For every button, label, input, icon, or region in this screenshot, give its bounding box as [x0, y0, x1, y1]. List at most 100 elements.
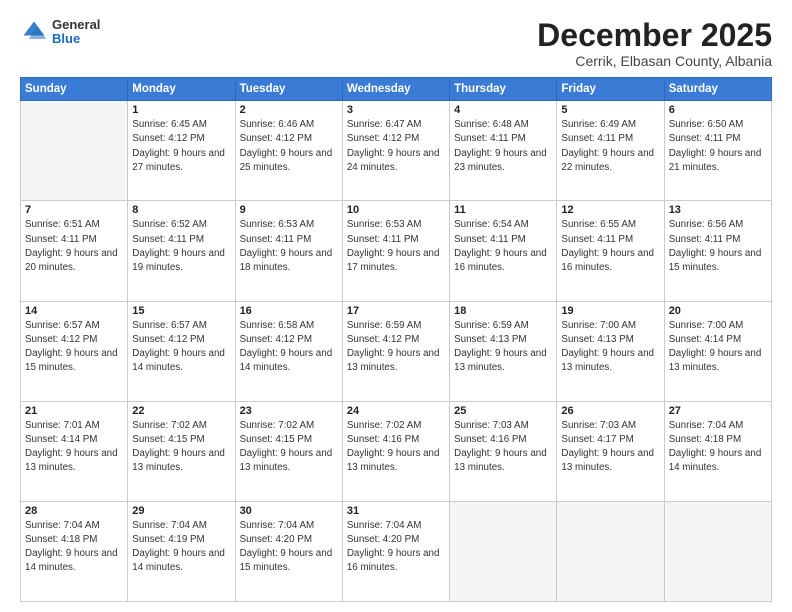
- weekday-header-monday: Monday: [128, 78, 235, 101]
- day-info: Sunrise: 7:01 AMSunset: 4:14 PMDaylight:…: [25, 419, 123, 476]
- day-info: Sunrise: 6:47 AMSunset: 4:12 PMDaylight:…: [347, 118, 445, 175]
- calendar-cell: 7 Sunrise: 6:51 AMSunset: 4:11 PMDaylight…: [21, 201, 128, 301]
- day-info: Sunrise: 6:57 AMSunset: 4:12 PMDaylight:…: [25, 319, 123, 376]
- calendar-cell: 8Sunrise: 6:52 AMSunset: 4:11 PMDaylight…: [128, 201, 235, 301]
- day-info: Sunrise: 6:56 AMSunset: 4:11 PMDaylight:…: [669, 218, 767, 275]
- calendar-cell: 16Sunrise: 6:58 AMSunset: 4:12 PMDayligh…: [235, 301, 342, 401]
- calendar-cell: 27 Sunrise: 7:04 AMSunset: 4:18 PMDayligh…: [664, 401, 771, 501]
- day-info: Sunrise: 7:04 AMSunset: 4:18 PMDaylight:…: [25, 519, 123, 576]
- calendar-table: SundayMondayTuesdayWednesdayThursdayFrid…: [20, 77, 772, 602]
- calendar-cell: 25 Sunrise: 7:03 AMSunset: 4:16 PMDayligh…: [450, 401, 557, 501]
- day-info: Sunrise: 6:45 AMSunset: 4:12 PMDaylight:…: [132, 118, 230, 175]
- calendar-cell: 23Sunrise: 7:02 AMSunset: 4:15 PMDayligh…: [235, 401, 342, 501]
- calendar-cell: [21, 101, 128, 201]
- day-number: 22: [132, 405, 230, 417]
- day-info: Sunrise: 6:59 AMSunset: 4:13 PMDaylight:…: [454, 319, 552, 376]
- weekday-header-sunday: Sunday: [21, 78, 128, 101]
- weekday-header-row: SundayMondayTuesdayWednesdayThursdayFrid…: [21, 78, 772, 101]
- calendar-cell: 17Sunrise: 6:59 AMSunset: 4:12 PMDayligh…: [342, 301, 449, 401]
- day-number: 9: [240, 204, 338, 216]
- calendar-cell: 5 Sunrise: 6:49 AMSunset: 4:11 PMDaylight…: [557, 101, 664, 201]
- calendar-week-5: 28Sunrise: 7:04 AMSunset: 4:18 PMDayligh…: [21, 501, 772, 601]
- day-number: 25: [454, 405, 552, 417]
- calendar-cell: 14Sunrise: 6:57 AMSunset: 4:12 PMDayligh…: [21, 301, 128, 401]
- day-info: Sunrise: 6:50 AMSunset: 4:11 PMDaylight:…: [669, 118, 767, 175]
- calendar-cell: 4Sunrise: 6:48 AMSunset: 4:11 PMDaylight…: [450, 101, 557, 201]
- day-number: 5: [561, 104, 659, 116]
- day-number: 20: [669, 305, 767, 317]
- day-info: Sunrise: 6:54 AMSunset: 4:11 PMDaylight:…: [454, 218, 552, 275]
- weekday-header-friday: Friday: [557, 78, 664, 101]
- day-info: Sunrise: 6:53 AMSunset: 4:11 PMDaylight:…: [347, 218, 445, 275]
- calendar-cell: 12Sunrise: 6:55 AMSunset: 4:11 PMDayligh…: [557, 201, 664, 301]
- day-number: 2: [240, 104, 338, 116]
- calendar-body: 1Sunrise: 6:45 AMSunset: 4:12 PMDaylight…: [21, 101, 772, 602]
- day-number: 15: [132, 305, 230, 317]
- day-info: Sunrise: 6:53 AMSunset: 4:11 PMDaylight:…: [240, 218, 338, 275]
- day-info: Sunrise: 7:00 AMSunset: 4:14 PMDaylight:…: [669, 319, 767, 376]
- day-info: Sunrise: 6:51 AMSunset: 4:11 PMDaylight:…: [25, 218, 123, 275]
- calendar-cell: 29Sunrise: 7:04 AMSunset: 4:19 PMDayligh…: [128, 501, 235, 601]
- day-number: 3: [347, 104, 445, 116]
- day-info: Sunrise: 7:04 AMSunset: 4:19 PMDaylight:…: [132, 519, 230, 576]
- calendar-cell: 20 Sunrise: 7:00 AMSunset: 4:14 PMDayligh…: [664, 301, 771, 401]
- day-info: Sunrise: 7:03 AMSunset: 4:16 PMDaylight:…: [454, 419, 552, 476]
- day-number: 31: [347, 505, 445, 517]
- day-info: Sunrise: 6:59 AMSunset: 4:12 PMDaylight:…: [347, 319, 445, 376]
- month-title: December 2025: [537, 18, 772, 53]
- calendar-cell: 30 Sunrise: 7:04 AMSunset: 4:20 PMDayligh…: [235, 501, 342, 601]
- calendar-cell: 1Sunrise: 6:45 AMSunset: 4:12 PMDaylight…: [128, 101, 235, 201]
- calendar-cell: 22 Sunrise: 7:02 AMSunset: 4:15 PMDayligh…: [128, 401, 235, 501]
- day-number: 6: [669, 104, 767, 116]
- day-info: Sunrise: 6:49 AMSunset: 4:11 PMDaylight:…: [561, 118, 659, 175]
- day-number: 27: [669, 405, 767, 417]
- day-number: 13: [669, 204, 767, 216]
- logo-general-text: General: [52, 18, 100, 32]
- calendar-cell: 24Sunrise: 7:02 AMSunset: 4:16 PMDayligh…: [342, 401, 449, 501]
- title-block: December 2025 Cerrik, Elbasan County, Al…: [537, 18, 772, 69]
- calendar-cell: 9 Sunrise: 6:53 AMSunset: 4:11 PMDaylight…: [235, 201, 342, 301]
- day-number: 21: [25, 405, 123, 417]
- day-number: 26: [561, 405, 659, 417]
- calendar-week-3: 14Sunrise: 6:57 AMSunset: 4:12 PMDayligh…: [21, 301, 772, 401]
- day-number: 7: [25, 204, 123, 216]
- day-number: 8: [132, 204, 230, 216]
- logo-icon: [20, 18, 48, 46]
- calendar-cell: [664, 501, 771, 601]
- day-number: 19: [561, 305, 659, 317]
- weekday-header-tuesday: Tuesday: [235, 78, 342, 101]
- weekday-header-thursday: Thursday: [450, 78, 557, 101]
- calendar-week-1: 1Sunrise: 6:45 AMSunset: 4:12 PMDaylight…: [21, 101, 772, 201]
- day-number: 4: [454, 104, 552, 116]
- day-number: 24: [347, 405, 445, 417]
- calendar-cell: [557, 501, 664, 601]
- location-subtitle: Cerrik, Elbasan County, Albania: [537, 53, 772, 69]
- logo-blue-text: Blue: [52, 32, 100, 46]
- calendar-cell: 18Sunrise: 6:59 AMSunset: 4:13 PMDayligh…: [450, 301, 557, 401]
- day-info: Sunrise: 7:04 AMSunset: 4:20 PMDaylight:…: [347, 519, 445, 576]
- calendar-cell: 31 Sunrise: 7:04 AMSunset: 4:20 PMDayligh…: [342, 501, 449, 601]
- calendar-cell: 15 Sunrise: 6:57 AMSunset: 4:12 PMDayligh…: [128, 301, 235, 401]
- calendar-cell: 2Sunrise: 6:46 AMSunset: 4:12 PMDaylight…: [235, 101, 342, 201]
- calendar-cell: 10Sunrise: 6:53 AMSunset: 4:11 PMDayligh…: [342, 201, 449, 301]
- calendar-cell: 13 Sunrise: 6:56 AMSunset: 4:11 PMDayligh…: [664, 201, 771, 301]
- day-number: 11: [454, 204, 552, 216]
- weekday-header-wednesday: Wednesday: [342, 78, 449, 101]
- day-number: 30: [240, 505, 338, 517]
- logo-text: General Blue: [52, 18, 100, 47]
- day-info: Sunrise: 6:55 AMSunset: 4:11 PMDaylight:…: [561, 218, 659, 275]
- calendar-week-2: 7 Sunrise: 6:51 AMSunset: 4:11 PMDaylight…: [21, 201, 772, 301]
- calendar-cell: 19Sunrise: 7:00 AMSunset: 4:13 PMDayligh…: [557, 301, 664, 401]
- day-info: Sunrise: 7:04 AMSunset: 4:18 PMDaylight:…: [669, 419, 767, 476]
- calendar-cell: 11 Sunrise: 6:54 AMSunset: 4:11 PMDayligh…: [450, 201, 557, 301]
- day-info: Sunrise: 7:03 AMSunset: 4:17 PMDaylight:…: [561, 419, 659, 476]
- weekday-header-saturday: Saturday: [664, 78, 771, 101]
- day-info: Sunrise: 7:04 AMSunset: 4:20 PMDaylight:…: [240, 519, 338, 576]
- calendar-header: SundayMondayTuesdayWednesdayThursdayFrid…: [21, 78, 772, 101]
- header: General Blue December 2025 Cerrik, Elbas…: [20, 18, 772, 69]
- day-info: Sunrise: 7:02 AMSunset: 4:15 PMDaylight:…: [240, 419, 338, 476]
- day-info: Sunrise: 6:57 AMSunset: 4:12 PMDaylight:…: [132, 319, 230, 376]
- calendar-cell: 6 Sunrise: 6:50 AMSunset: 4:11 PMDaylight…: [664, 101, 771, 201]
- day-number: 16: [240, 305, 338, 317]
- day-info: Sunrise: 7:02 AMSunset: 4:15 PMDaylight:…: [132, 419, 230, 476]
